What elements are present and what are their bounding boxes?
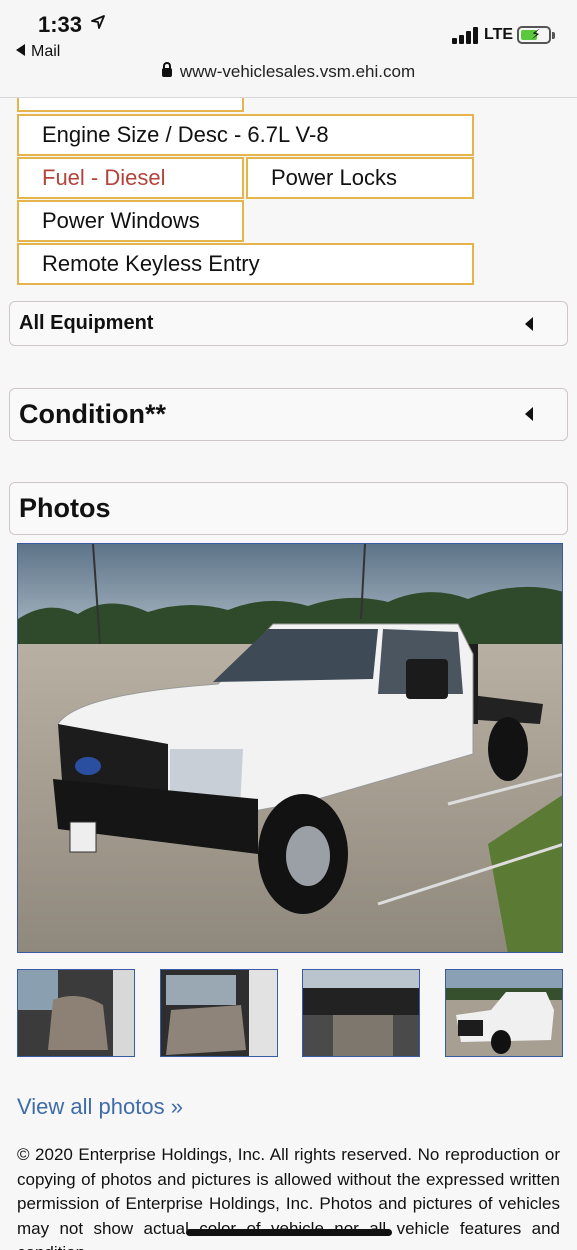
signal-strength-icon: [452, 26, 480, 44]
photo-thumbnail[interactable]: [445, 969, 563, 1057]
expand-caret-icon: [525, 407, 533, 421]
lock-icon: [161, 62, 172, 77]
feature-label: Power Locks: [271, 165, 397, 190]
photos-header: Photos: [9, 482, 568, 535]
feature-engine-size: Engine Size / Desc - 6.7L V-8: [17, 114, 474, 156]
photos-title: Photos: [19, 493, 111, 523]
back-to-mail-button[interactable]: Mail: [16, 43, 60, 61]
back-arrow-icon: [16, 44, 25, 56]
home-indicator[interactable]: [186, 1229, 392, 1236]
view-all-photos-link[interactable]: View all photos »: [17, 1094, 183, 1120]
all-equipment-accordion[interactable]: All Equipment: [9, 301, 568, 346]
back-label: Mail: [31, 43, 61, 60]
all-equipment-title: All Equipment: [19, 312, 154, 334]
network-type: LTE: [484, 26, 514, 43]
photo-thumbnail[interactable]: [17, 969, 135, 1057]
feature-power-locks: Power Locks: [246, 157, 474, 199]
rear-seat-thumbnail: [161, 970, 277, 1056]
condition-accordion[interactable]: Condition**: [9, 388, 568, 441]
feature-label: Fuel - Diesel: [42, 165, 166, 190]
photo-thumbnail[interactable]: [302, 969, 420, 1057]
clock-time: 1:33: [38, 12, 83, 37]
browser-status-bar: 1:33 Mail LTE ⚡ www-vehiclesales.vsm.ehi…: [0, 0, 577, 98]
battery-charging-icon: ⚡: [517, 26, 555, 44]
truck-front-thumbnail: [446, 970, 562, 1056]
feature-remote-keyless-entry: Remote Keyless Entry: [17, 243, 474, 285]
address-bar[interactable]: www-vehiclesales.vsm.ehi.com: [0, 62, 577, 82]
interior-seat-thumbnail: [18, 970, 134, 1056]
expand-caret-icon: [525, 317, 533, 331]
feature-label: Remote Keyless Entry: [42, 251, 260, 276]
truck-photo-image: [18, 544, 562, 952]
condition-title: Condition**: [19, 399, 166, 429]
main-vehicle-photo[interactable]: [17, 543, 563, 953]
feature-fuel: Fuel - Diesel: [17, 157, 244, 199]
location-arrow-icon: [91, 15, 105, 29]
feature-power-windows: Power Windows: [17, 200, 244, 242]
url-text: www-vehiclesales.vsm.ehi.com: [179, 62, 416, 81]
photo-thumbnail[interactable]: [160, 969, 278, 1057]
feature-label: Engine Size / Desc - 6.7L V-8: [42, 122, 329, 147]
dashboard-thumbnail: [303, 970, 419, 1056]
feature-label: Power Windows: [42, 208, 200, 233]
